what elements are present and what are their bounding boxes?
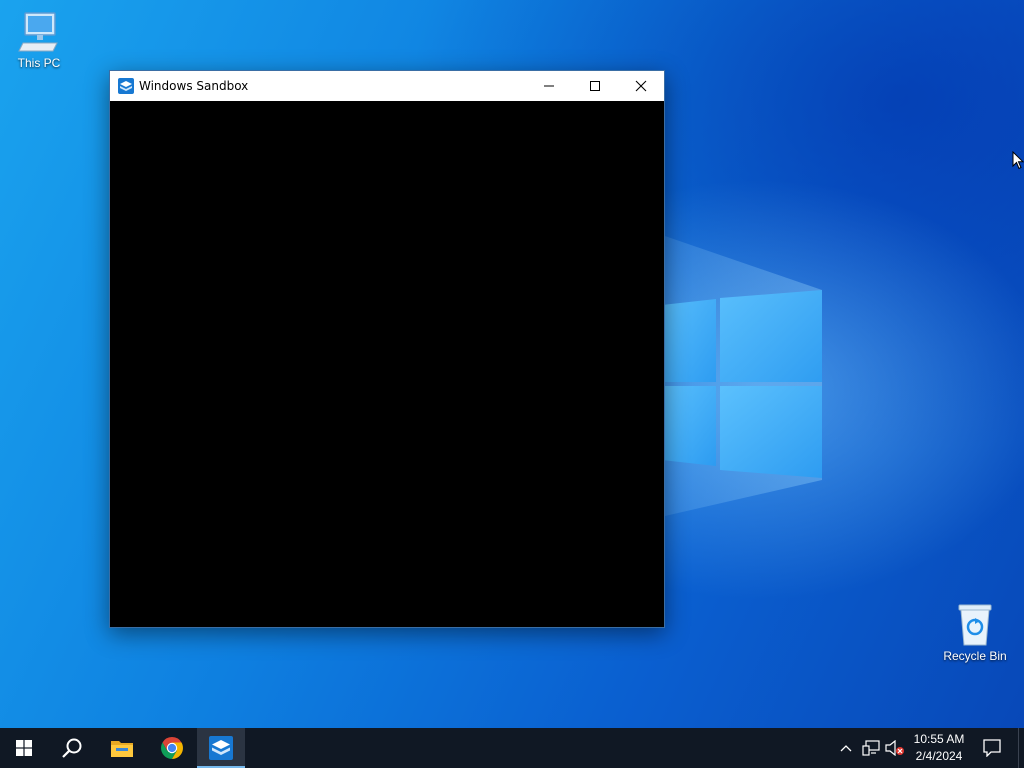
- sandbox-content-area[interactable]: [110, 101, 664, 627]
- taskbar: 10:55 AM 2/4/2024: [0, 728, 1024, 768]
- window-title: Windows Sandbox: [139, 79, 249, 93]
- file-explorer-button[interactable]: [98, 728, 146, 768]
- google-chrome-button[interactable]: [148, 728, 196, 768]
- show-desktop-button[interactable]: [1018, 728, 1024, 768]
- network-tray-button[interactable]: [861, 738, 881, 758]
- recycle-bin-desktop-icon[interactable]: Recycle Bin: [937, 603, 1013, 663]
- volume-muted-icon: [885, 740, 904, 756]
- show-hidden-icons-button[interactable]: [836, 738, 856, 758]
- action-center-button[interactable]: [972, 728, 1012, 768]
- desktop[interactable]: This PC Recycle Bin Windows Sandbox: [0, 0, 1024, 728]
- recycle-bin-label: Recycle Bin: [943, 649, 1007, 663]
- recycle-bin-icon: [958, 604, 992, 646]
- sandbox-window[interactable]: Windows Sandbox: [109, 70, 665, 628]
- action-center-icon: [983, 739, 1001, 757]
- volume-tray-button[interactable]: [885, 738, 905, 758]
- clock-date: 2/4/2024: [915, 749, 963, 763]
- minimize-button[interactable]: [526, 71, 572, 101]
- folder-icon: [111, 741, 133, 757]
- taskbar-clock[interactable]: 10:55 AM 2/4/2024: [906, 731, 972, 765]
- sandbox-icon: [209, 736, 233, 760]
- computer-icon: [18, 12, 58, 52]
- windows-start-icon: [16, 740, 32, 756]
- start-button[interactable]: [0, 728, 48, 768]
- network-icon: [862, 740, 880, 756]
- windows-sandbox-taskbar-button[interactable]: [197, 728, 245, 768]
- mouse-cursor-icon: [1012, 151, 1024, 170]
- search-icon: [62, 738, 82, 758]
- chevron-up-icon: [840, 745, 852, 752]
- minimize-icon: [544, 85, 554, 87]
- clock-time: 10:55 AM: [913, 732, 965, 746]
- maximize-button[interactable]: [572, 71, 618, 101]
- this-pc-desktop-icon[interactable]: This PC: [1, 10, 77, 70]
- search-button[interactable]: [48, 728, 96, 768]
- close-icon: [635, 80, 647, 92]
- maximize-icon: [590, 81, 600, 91]
- this-pc-label: This PC: [17, 56, 61, 70]
- close-button[interactable]: [618, 71, 664, 101]
- chrome-icon: [161, 737, 183, 759]
- window-titlebar[interactable]: Windows Sandbox: [110, 71, 664, 101]
- sandbox-icon: [118, 78, 134, 94]
